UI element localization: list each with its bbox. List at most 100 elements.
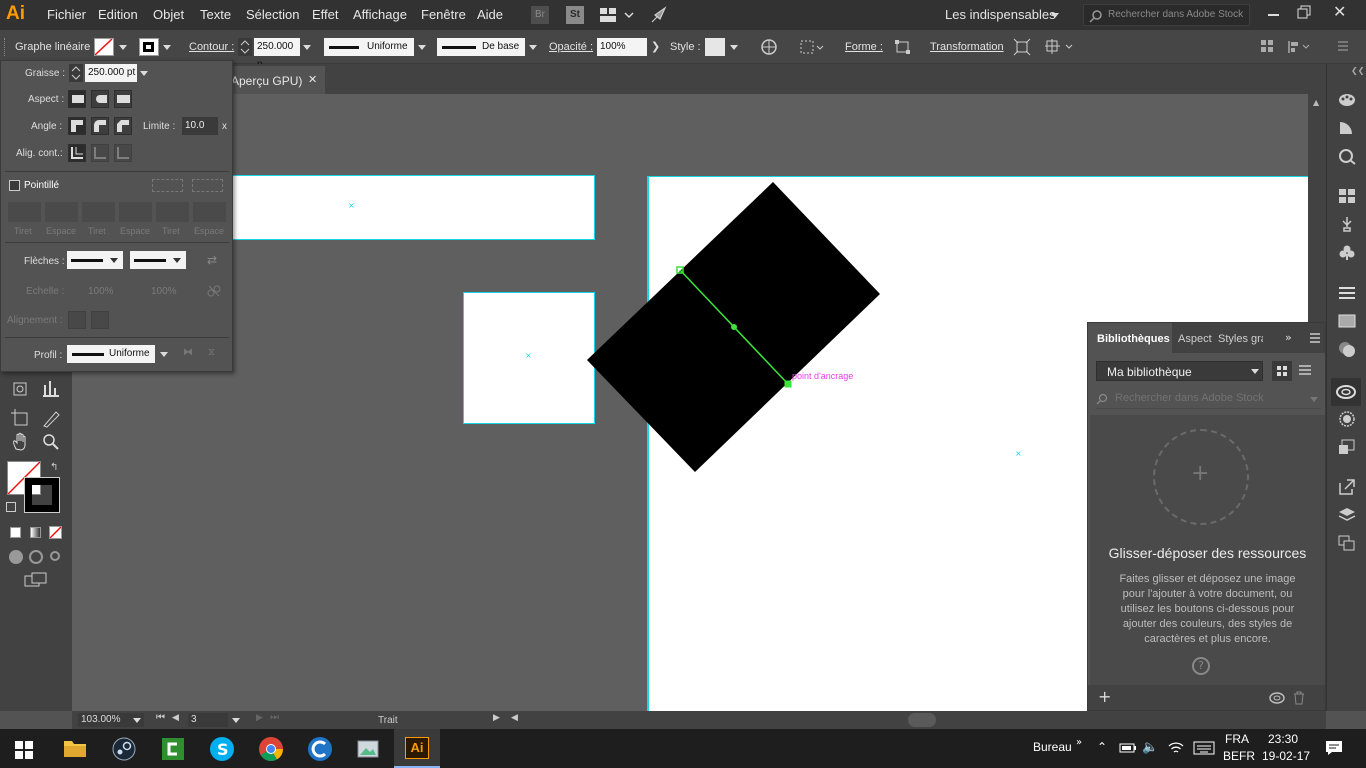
opacity-arrow-icon[interactable]: ❯ <box>651 40 660 53</box>
slice-tool-icon[interactable] <box>40 407 62 429</box>
tab-aspect[interactable]: Aspect <box>1178 333 1212 345</box>
list-view-icon[interactable] <box>1298 364 1312 381</box>
gap-field-3[interactable] <box>193 202 226 222</box>
artboard-top-left[interactable]: × <box>231 175 595 240</box>
profile-chevron-icon[interactable] <box>418 45 426 50</box>
puppet-warp-icon[interactable] <box>1044 38 1074 59</box>
gpu-rocket-icon[interactable] <box>650 6 668 27</box>
opacity-label[interactable]: Opacité : <box>549 41 593 53</box>
anchor-point-end[interactable] <box>784 380 792 388</box>
clock-time[interactable]: 23:30 <box>1268 732 1298 746</box>
toolbar-expand-icon[interactable]: » <box>1076 737 1082 748</box>
fill-none-swatch[interactable] <box>94 38 114 56</box>
transparency-icon[interactable] <box>1337 340 1357 358</box>
zoom-tool-icon[interactable] <box>40 431 62 453</box>
windows-start-icon[interactable] <box>15 741 33 762</box>
language-indicator[interactable]: FRA <box>1225 732 1249 746</box>
column-graph-icon[interactable] <box>40 377 62 399</box>
add-content-icon[interactable]: + <box>1098 687 1111 706</box>
library-search[interactable]: Rechercher dans Adobe Stock <box>1096 387 1321 409</box>
projecting-cap-icon[interactable] <box>114 90 132 108</box>
panel-menu-icon[interactable] <box>1337 40 1349 55</box>
drop-circle[interactable]: + <box>1153 429 1249 525</box>
hand-tool-icon[interactable] <box>10 431 32 453</box>
graphic-styles-icon[interactable] <box>1337 438 1357 456</box>
arrow-align-place-icon[interactable] <box>91 311 109 329</box>
stock-button[interactable]: St <box>566 6 584 24</box>
artboard-tool-icon[interactable] <box>10 407 32 429</box>
document-tab[interactable]: Aperçu GPU) ✕ <box>227 66 325 94</box>
align-inside-icon[interactable] <box>91 144 109 162</box>
recolor-icon[interactable] <box>1337 147 1357 165</box>
page-chevron-icon[interactable] <box>232 718 240 723</box>
style-chevron-icon[interactable] <box>730 45 738 50</box>
restore-icon[interactable] <box>1297 5 1311 22</box>
arrange-documents-icon[interactable] <box>600 8 636 25</box>
dash-field-3[interactable] <box>156 202 189 222</box>
stroke-chevron-icon[interactable] <box>163 45 171 50</box>
workspace-chevron-icon[interactable] <box>1051 13 1059 18</box>
end-arrow-select[interactable] <box>130 251 186 269</box>
scroll-left-icon[interactable]: ◀ <box>511 713 518 723</box>
stock-search-box[interactable]: Rechercher dans Adobe Stock <box>1083 4 1250 26</box>
skype-icon[interactable]: S <box>209 736 235 765</box>
tab-styles[interactable]: Styles gra <box>1218 333 1263 345</box>
forme-label[interactable]: Forme : <box>845 41 883 53</box>
stroke-swatch[interactable] <box>139 38 159 56</box>
align-center-icon[interactable] <box>68 144 86 162</box>
transform-bounds-icon[interactable] <box>1013 38 1031 59</box>
menu-fenetre[interactable]: Fenêtre <box>421 7 466 22</box>
photo-viewer-icon[interactable] <box>356 737 382 764</box>
graisse-input[interactable]: 250.000 pt <box>85 64 137 82</box>
next-page-icon[interactable]: ▶ <box>256 713 263 723</box>
link-scale-icon[interactable] <box>206 283 222 302</box>
profil-chevron-icon[interactable] <box>160 352 168 357</box>
gap-field-1[interactable] <box>45 202 78 222</box>
minimize-icon[interactable] <box>1268 14 1279 16</box>
draw-inside-icon[interactable] <box>50 551 60 561</box>
file-explorer-icon[interactable] <box>63 737 87 762</box>
default-colors-icon[interactable] <box>6 502 16 512</box>
draw-normal-icon[interactable] <box>9 550 23 564</box>
color-palette-icon[interactable] <box>1337 91 1357 109</box>
dock-collapse-icon[interactable]: ❮❮ <box>1351 66 1364 75</box>
style-swatch[interactable] <box>705 38 725 56</box>
keyboard-icon[interactable] <box>1193 741 1215 758</box>
panel-options-icon[interactable] <box>1309 333 1321 346</box>
draw-behind-icon[interactable] <box>29 550 43 564</box>
gap-field-2[interactable] <box>119 202 152 222</box>
first-page-icon[interactable]: ⏮ <box>156 712 165 723</box>
creative-cloud-icon[interactable] <box>1268 691 1286 708</box>
chrome-icon[interactable] <box>258 736 284 765</box>
close-tab-icon[interactable]: ✕ <box>308 73 317 86</box>
profil-select[interactable]: Uniforme <box>67 345 155 363</box>
recolor-artwork-icon[interactable] <box>760 38 778 59</box>
bridge-button[interactable]: Br <box>531 6 549 24</box>
artboards-icon[interactable] <box>1337 534 1357 552</box>
gradient-mode-icon[interactable] <box>30 527 41 538</box>
gradient-icon[interactable] <box>1337 312 1357 330</box>
align-outside-icon[interactable] <box>114 144 132 162</box>
start-arrow-select[interactable] <box>67 251 123 269</box>
symbols-icon[interactable] <box>1337 243 1357 261</box>
trash-icon[interactable] <box>1293 691 1305 708</box>
appearance-icon[interactable] <box>1337 410 1357 428</box>
opacity-input[interactable]: 100% <box>597 38 647 56</box>
arrange-icon[interactable] <box>1261 40 1275 57</box>
stroke-swatch-large[interactable] <box>24 477 60 513</box>
pointille-checkbox[interactable] <box>9 180 20 191</box>
brushes-icon[interactable] <box>1337 215 1357 233</box>
flip-vertical-icon[interactable]: ⧖ <box>208 347 215 358</box>
scroll-up-icon[interactable]: ▲ <box>1313 98 1319 107</box>
dash-exact-icon[interactable] <box>152 179 183 192</box>
desktop-toolbar-label[interactable]: Bureau <box>1033 740 1072 754</box>
camtasia-icon[interactable] <box>161 737 185 764</box>
miter-join-icon[interactable] <box>68 117 86 135</box>
close-icon[interactable]: ✕ <box>1333 2 1346 21</box>
clock-date[interactable]: 19-02-17 <box>1262 749 1310 763</box>
libraries-dock-button[interactable] <box>1331 378 1361 406</box>
collapse-panel-icon[interactable]: » <box>1285 331 1292 344</box>
zoom-chevron-icon[interactable] <box>133 718 141 723</box>
dash-field-1[interactable] <box>8 202 41 222</box>
notifications-icon[interactable] <box>1325 740 1343 759</box>
